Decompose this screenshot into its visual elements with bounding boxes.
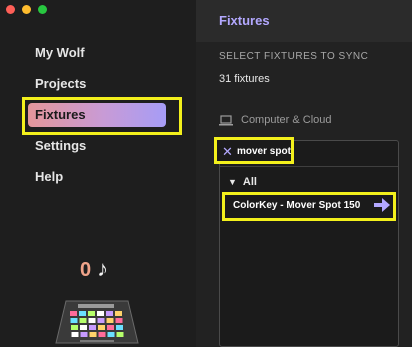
controller-pad xyxy=(98,325,105,330)
sidebar-item-settings[interactable]: Settings xyxy=(35,138,86,153)
controller-pad xyxy=(97,311,104,316)
controller-pad xyxy=(88,318,96,323)
page-title: Fixtures xyxy=(219,13,270,28)
controller-pad xyxy=(71,325,78,330)
controller-pad xyxy=(106,318,114,323)
source-label: Computer & Cloud xyxy=(241,114,332,126)
controller-pad xyxy=(107,325,114,330)
controller-pad xyxy=(80,332,88,337)
fixtures-panel: Fixtures SELECT FIXTURES TO SYNC 31 fixt… xyxy=(196,0,412,347)
sidebar-item-help[interactable]: Help xyxy=(35,169,63,184)
controller-pad xyxy=(107,332,115,337)
arrow-right-icon[interactable] xyxy=(374,198,390,212)
sidebar-item-projects[interactable]: Projects xyxy=(35,76,86,91)
minimize-window-button[interactable] xyxy=(22,5,31,14)
group-all[interactable]: ▼ All xyxy=(228,176,257,188)
fixture-list xyxy=(219,140,399,347)
controller-pad xyxy=(115,311,122,316)
controller-pad xyxy=(97,318,105,323)
sync-section-label: SELECT FIXTURES TO SYNC xyxy=(219,51,369,62)
caret-down-icon: ▼ xyxy=(228,177,237,187)
close-icon[interactable]: ✕ xyxy=(222,144,233,160)
controller-pad xyxy=(89,332,97,337)
laptop-icon xyxy=(219,114,233,125)
counter-value: 0 xyxy=(80,259,92,281)
divider xyxy=(220,166,398,167)
controller-pad xyxy=(89,325,96,330)
music-note-icon: ♪ xyxy=(97,256,109,281)
controller-pad xyxy=(70,311,77,316)
window-controls xyxy=(6,5,47,14)
fixture-counter: 0 ♪ xyxy=(80,256,108,282)
controller-pad xyxy=(88,311,95,316)
controller-pad xyxy=(79,318,87,323)
controller-pad xyxy=(70,318,78,323)
controller-pad xyxy=(79,311,86,316)
sidebar-item-my-wolf[interactable]: My Wolf xyxy=(35,45,85,60)
controller-pad xyxy=(80,325,87,330)
sidebar-item-fixtures[interactable]: Fixtures xyxy=(28,103,166,127)
search-input-value: mover spot xyxy=(237,146,291,157)
controller-pad xyxy=(71,332,79,337)
close-window-button[interactable] xyxy=(6,5,15,14)
sidebar: My Wolf Projects Fixtures Settings Help … xyxy=(0,0,196,347)
source-tab-computer-cloud[interactable]: Computer & Cloud xyxy=(219,114,332,126)
fixture-count: 31 fixtures xyxy=(219,73,270,85)
list-item-label: ColorKey - Mover Spot 150 xyxy=(233,200,361,211)
sidebar-item-label: Fixtures xyxy=(35,107,86,122)
midi-controller-icon xyxy=(55,300,139,344)
zoom-window-button[interactable] xyxy=(38,5,47,14)
controller-pad xyxy=(116,332,124,337)
controller-pad xyxy=(115,318,123,323)
group-label: All xyxy=(242,176,257,188)
controller-pad xyxy=(116,325,123,330)
controller-pad xyxy=(106,311,113,316)
controller-pad xyxy=(98,332,106,337)
panel-header: Fixtures xyxy=(196,0,412,42)
